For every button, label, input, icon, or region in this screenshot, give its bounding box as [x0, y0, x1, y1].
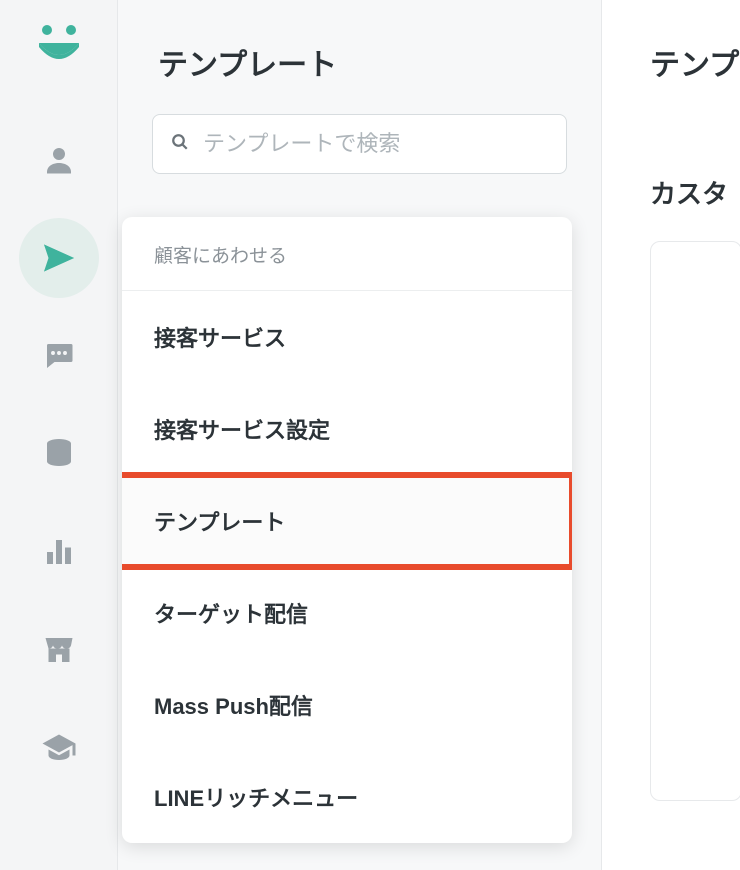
- sidebar-rail: [0, 0, 118, 870]
- logo-icon: [34, 25, 84, 65]
- right-panel: テンプ カスタ: [602, 0, 740, 870]
- nav-person[interactable]: [19, 120, 99, 200]
- nav-chart[interactable]: [19, 512, 99, 592]
- flyout-item-service[interactable]: 接客サービス: [122, 291, 572, 383]
- flyout-item-template[interactable]: テンプレート: [122, 475, 572, 567]
- right-card: [650, 241, 740, 801]
- flyout-item-masspush[interactable]: Mass Push配信: [122, 659, 572, 751]
- flyout-item-target[interactable]: ターゲット配信: [122, 567, 572, 659]
- right-subtitle: カスタ: [650, 174, 740, 211]
- search-icon: [171, 133, 189, 156]
- search-input[interactable]: [203, 131, 548, 157]
- right-title: テンプ: [650, 40, 740, 84]
- nav-chat[interactable]: [19, 316, 99, 396]
- nav-store[interactable]: [19, 610, 99, 690]
- nav-graduation[interactable]: [19, 708, 99, 788]
- flyout-menu: 顧客にあわせる 接客サービス 接客サービス設定 テンプレート ターゲット配信 M…: [122, 217, 572, 843]
- search-box[interactable]: [152, 114, 567, 174]
- flyout-item-service-settings[interactable]: 接客サービス設定: [122, 383, 572, 475]
- panel-title: テンプレート: [118, 0, 601, 84]
- middle-panel: テンプレート 顧客にあわせる 接客サービス 接客サービス設定 テンプレート ター…: [118, 0, 602, 870]
- nav-database[interactable]: [19, 414, 99, 494]
- flyout-item-line-richmenu[interactable]: LINEリッチメニュー: [122, 751, 572, 843]
- flyout-header: 顧客にあわせる: [122, 217, 572, 291]
- nav-send[interactable]: [19, 218, 99, 298]
